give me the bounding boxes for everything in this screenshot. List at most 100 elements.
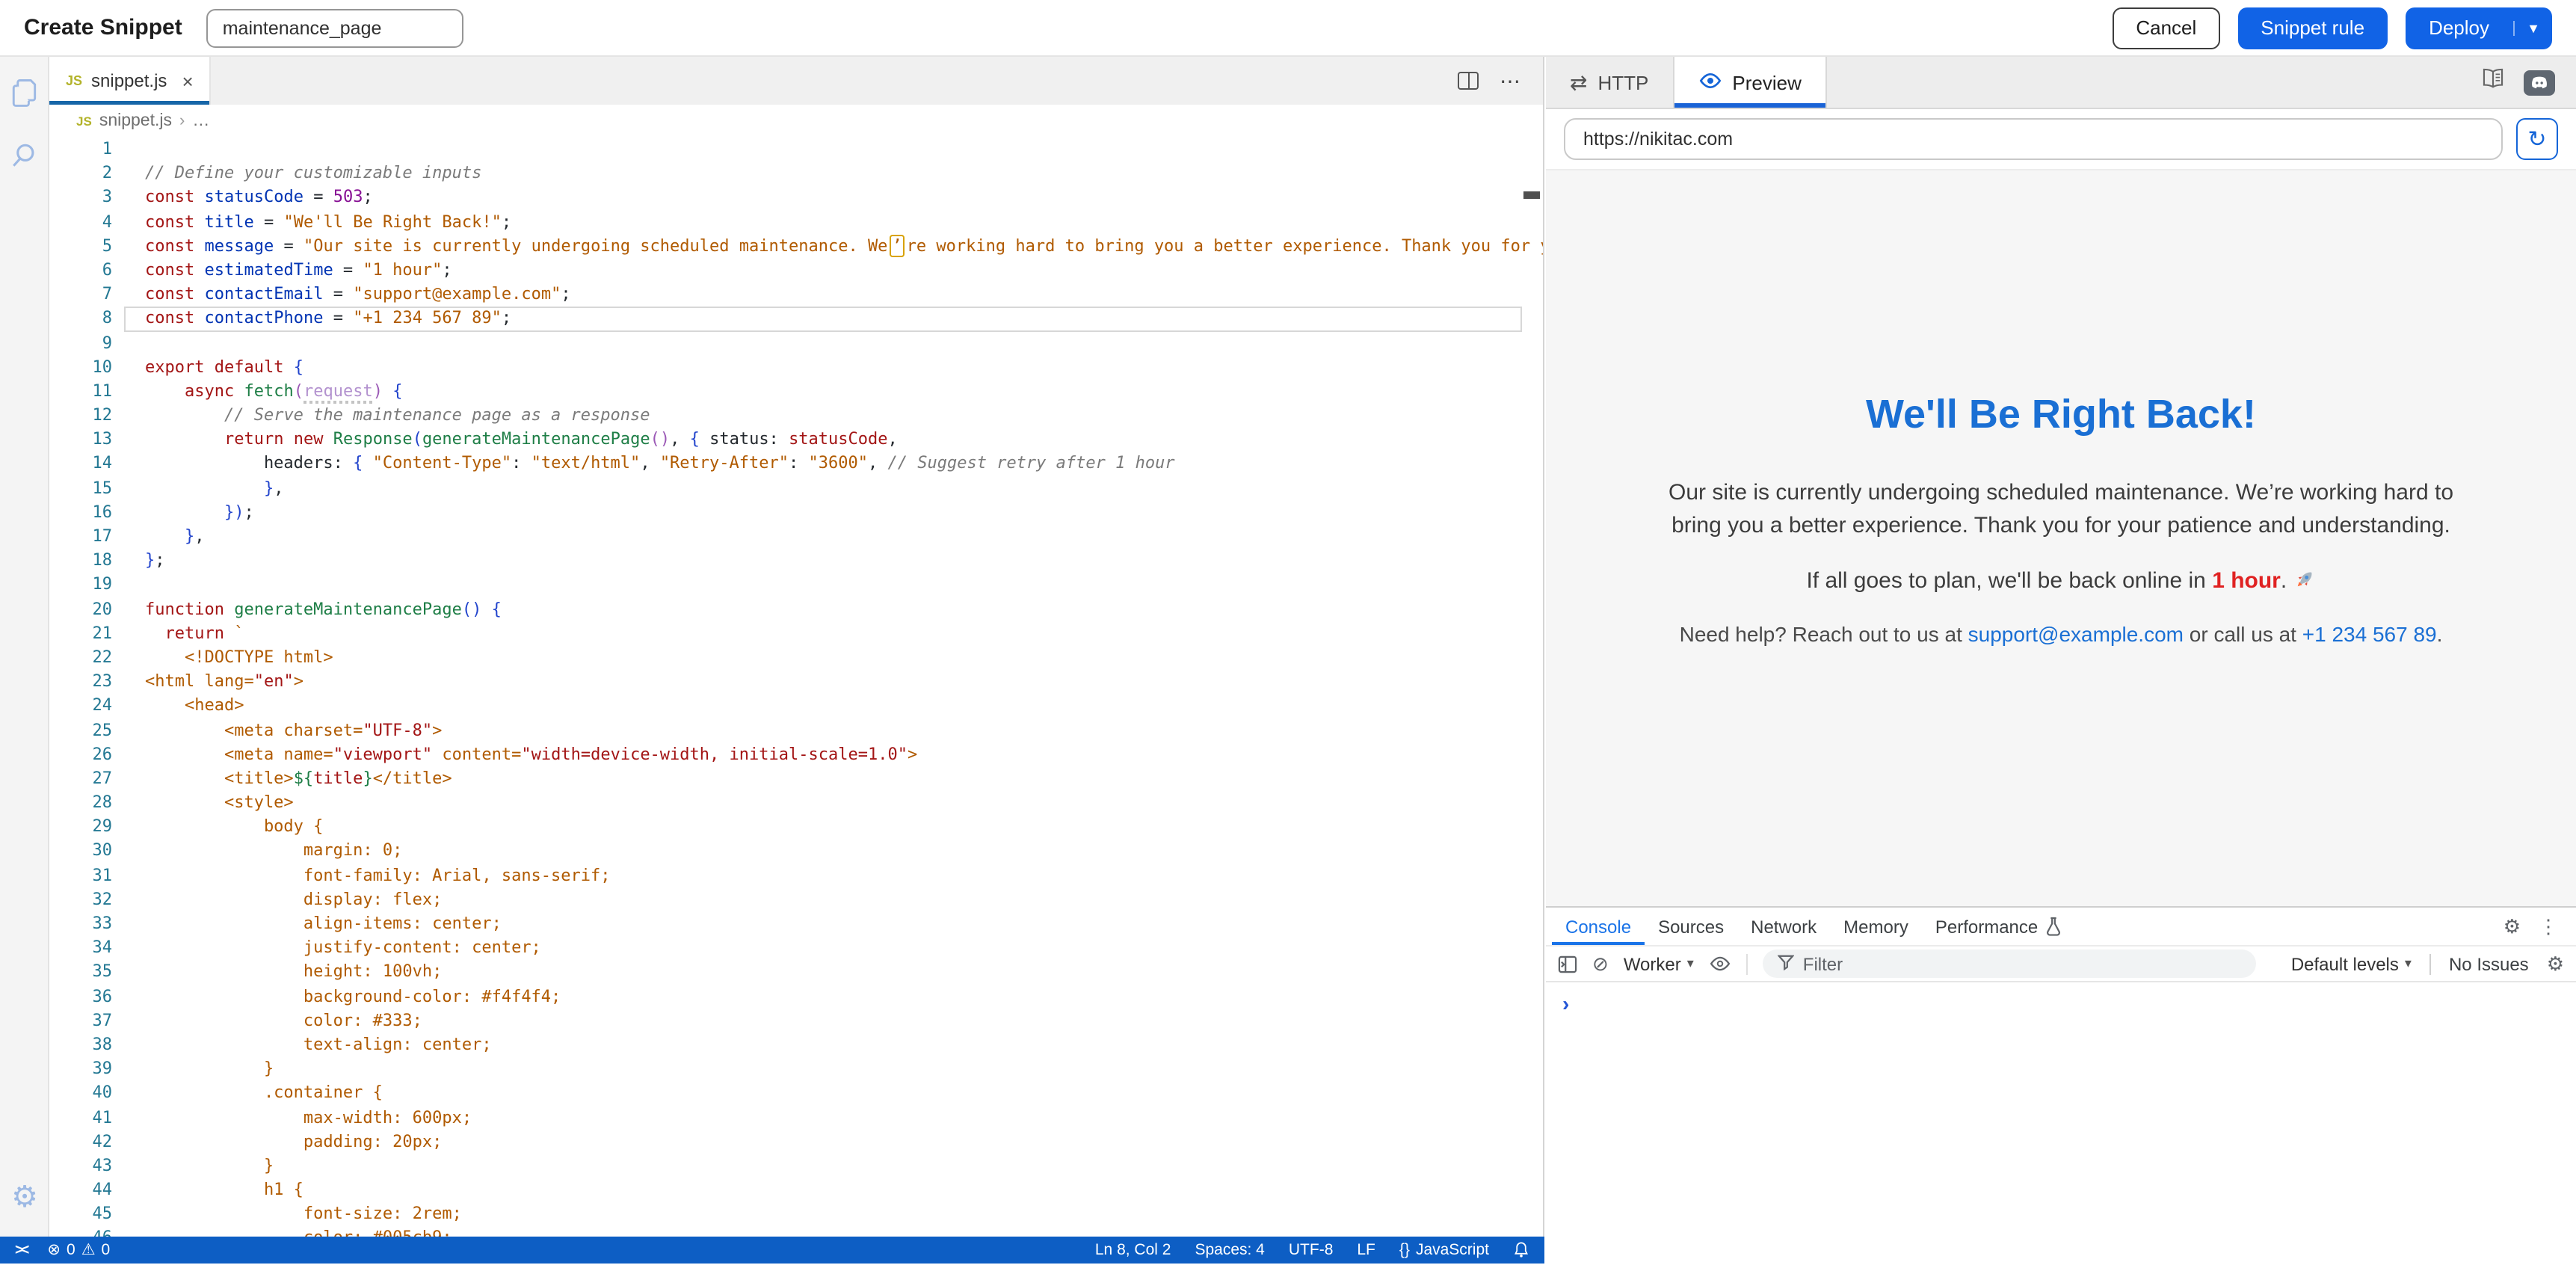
cancel-button[interactable]: Cancel <box>2112 7 2220 49</box>
encoding-setting[interactable]: UTF-8 <box>1289 1241 1334 1259</box>
console-sidebar-icon[interactable] <box>1558 955 1577 973</box>
preview-viewport: We'll Be Right Back! Our site is current… <box>1546 169 2576 906</box>
devtools-tab-memory[interactable]: Memory <box>1830 908 1922 945</box>
code-line: 22 <!DOCTYPE html> <box>49 646 1543 670</box>
bell-icon[interactable] <box>1513 1241 1529 1259</box>
kebab-menu-icon[interactable]: ⋮ <box>2539 914 2558 938</box>
line-number: 27 <box>49 767 112 791</box>
log-levels-selector[interactable]: Default levels ▾ <box>2291 953 2412 974</box>
code-line-content: <style> <box>145 791 294 815</box>
contact-suffix: . <box>2437 622 2443 646</box>
code-line: 14 headers: { "Content-Type": "text/html… <box>49 452 1543 476</box>
line-number: 6 <box>49 259 112 283</box>
line-number: 3 <box>49 186 112 210</box>
snippet-rule-button[interactable]: Snippet rule <box>2238 7 2387 49</box>
editor-tab-actions: ⋯ <box>1458 57 1543 105</box>
code-line: 46 color: #005cb9; <box>49 1227 1543 1237</box>
eol-setting[interactable]: LF <box>1357 1241 1375 1259</box>
deploy-dropdown-button[interactable]: ▼ <box>2513 20 2552 35</box>
code-line-content: color: #333; <box>145 1009 422 1033</box>
code-line-content: <!DOCTYPE html> <box>145 646 333 670</box>
line-number: 45 <box>49 1203 112 1227</box>
more-actions-icon[interactable]: ⋯ <box>1500 68 1522 93</box>
settings-gear-icon[interactable]: ⚙ <box>0 1178 49 1216</box>
code-line: 35 height: 100vh; <box>49 961 1543 985</box>
code-line-content: body { <box>145 816 323 840</box>
support-email-link[interactable]: support@example.com <box>1968 622 2184 646</box>
devtools-tab-label: Console <box>1565 916 1631 937</box>
scrollbar-marker[interactable] <box>1523 191 1540 199</box>
code-line: 21 return ` <box>49 622 1543 646</box>
code-editor[interactable]: 12// Define your customizable inputs3con… <box>49 138 1543 1237</box>
code-line: 18}; <box>49 549 1543 573</box>
problems-status[interactable]: ⊗ 0 ⚠ 0 <box>47 1241 110 1259</box>
code-line: 32 display: flex; <box>49 888 1543 912</box>
code-line: 31 font-family: Arial, sans-serif; <box>49 864 1543 887</box>
discord-icon[interactable] <box>2524 70 2555 95</box>
line-number: 37 <box>49 1009 112 1033</box>
snippet-name-input[interactable] <box>206 8 463 47</box>
line-number: 22 <box>49 646 112 670</box>
line-number: 42 <box>49 1130 112 1154</box>
tab-preview-label: Preview <box>1732 71 1802 93</box>
devtools-tab-console[interactable]: Console <box>1552 908 1645 945</box>
line-number: 33 <box>49 912 112 936</box>
devtools-tab-sources[interactable]: Sources <box>1645 908 1737 945</box>
code-line-content: justify-content: center; <box>145 936 541 960</box>
docs-book-icon[interactable] <box>2480 67 2506 97</box>
code-line-content: const statusCode = 503; <box>145 186 373 210</box>
console-filter-input[interactable]: Filter <box>1763 949 2256 978</box>
indentation-setting[interactable]: Spaces: 4 <box>1195 1241 1264 1259</box>
search-icon[interactable] <box>6 138 42 173</box>
split-editor-icon[interactable] <box>1458 72 1479 90</box>
console-output[interactable]: › <box>1546 982 2576 1265</box>
line-number: 46 <box>49 1227 112 1237</box>
page-title: Create Snippet <box>24 15 182 40</box>
preview-pane-actions <box>2480 57 2576 108</box>
code-line: 36 background-color: #f4f4f4; <box>49 985 1543 1009</box>
remote-indicator-icon[interactable]: >< <box>15 1242 26 1258</box>
context-selector[interactable]: Worker ▾ <box>1624 953 1694 974</box>
code-line-content: } <box>145 1057 274 1081</box>
tab-preview[interactable]: Preview <box>1672 57 1827 108</box>
phone-link[interactable]: +1 234 567 89 <box>2302 622 2437 646</box>
close-tab-icon[interactable]: × <box>182 70 193 92</box>
devtools-settings-gear-icon[interactable]: ⚙ <box>2503 914 2521 938</box>
context-label: Worker <box>1624 953 1681 974</box>
code-line-content: return new Response(generateMaintenanceP… <box>145 428 898 452</box>
errors-icon: ⊗ <box>47 1241 61 1259</box>
code-line-content: padding: 20px; <box>145 1130 442 1154</box>
code-line: 37 color: #333; <box>49 1009 1543 1033</box>
swap-arrows-icon: ⇄ <box>1570 70 1587 95</box>
line-number: 23 <box>49 670 112 694</box>
devtools-tab-performance[interactable]: Performance <box>1922 908 2075 945</box>
code-line-content: headers: { "Content-Type": "text/html", … <box>145 452 1175 476</box>
breadcrumb-more: … <box>192 112 209 130</box>
cursor-position[interactable]: Ln 8, Col 2 <box>1095 1241 1171 1259</box>
language-mode[interactable]: {} JavaScript <box>1399 1241 1489 1259</box>
editor-tab-snippet-js[interactable]: JS snippet.js × <box>49 57 212 105</box>
line-number: 8 <box>49 307 112 331</box>
live-expression-eye-icon[interactable] <box>1709 955 1731 972</box>
code-line: 30 margin: 0; <box>49 840 1543 864</box>
line-number: 5 <box>49 235 112 259</box>
line-number: 13 <box>49 428 112 452</box>
tab-http[interactable]: ⇄ HTTP <box>1546 57 1672 108</box>
code-line-content: height: 100vh; <box>145 961 442 985</box>
deploy-button[interactable]: Deploy <box>2405 16 2513 39</box>
clear-console-icon[interactable]: ⊘ <box>1592 952 1609 976</box>
code-line-content: font-family: Arial, sans-serif; <box>145 864 611 887</box>
editor-tab-label: snippet.js <box>91 70 167 91</box>
code-line-content: }, <box>145 476 283 500</box>
code-line: 29 body { <box>49 816 1543 840</box>
devtools-tab-network[interactable]: Network <box>1737 908 1830 945</box>
preview-url-input[interactable] <box>1564 118 2503 160</box>
console-settings-gear-icon[interactable]: ⚙ <box>2547 952 2564 976</box>
refresh-button[interactable]: ↻ <box>2516 118 2558 160</box>
issues-counter[interactable]: No Issues <box>2429 953 2529 974</box>
files-icon[interactable] <box>6 75 42 111</box>
devtools-tab-label: Memory <box>1843 916 1908 937</box>
breadcrumb[interactable]: JS snippet.js › … <box>49 105 1543 138</box>
code-line: 41 max-width: 600px; <box>49 1106 1543 1130</box>
line-number: 32 <box>49 888 112 912</box>
